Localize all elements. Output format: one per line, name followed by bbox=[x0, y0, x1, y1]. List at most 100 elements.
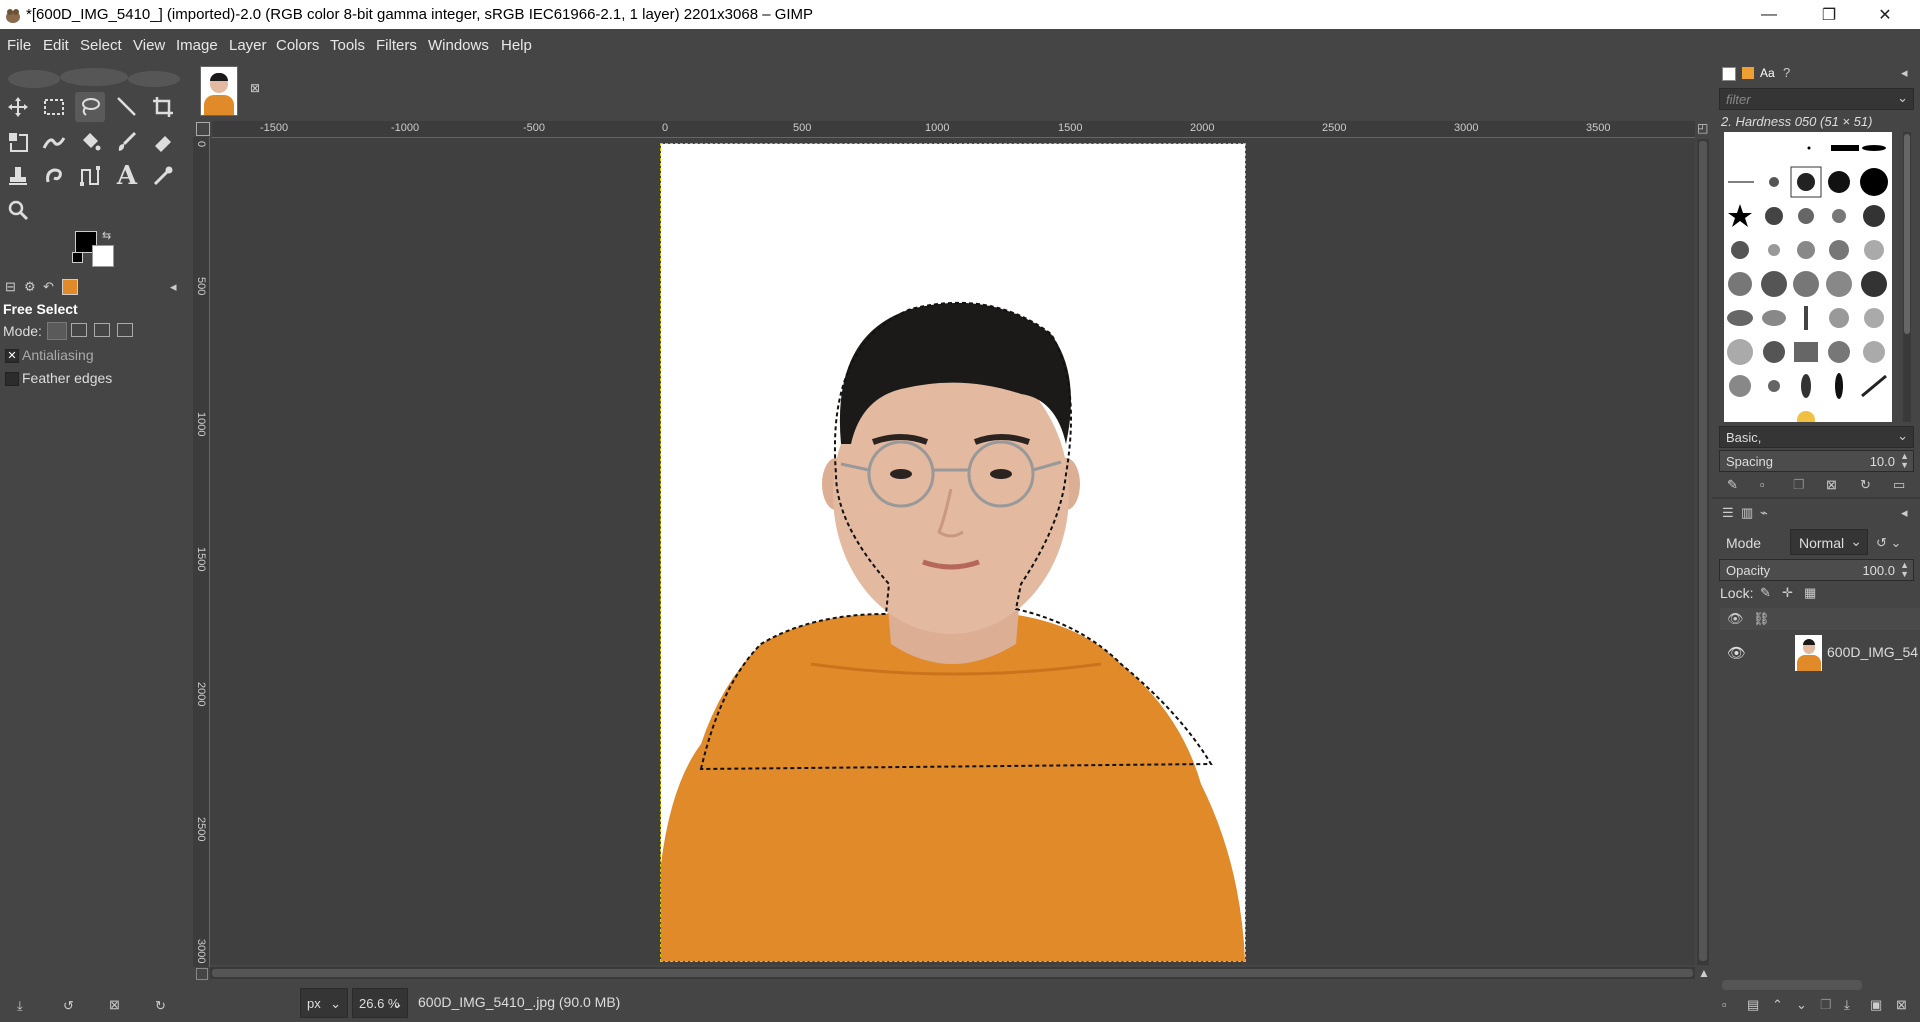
pointer-nav-icon[interactable]: ▲ bbox=[1698, 966, 1710, 980]
device-status-tab-icon[interactable]: ⚙ bbox=[24, 279, 36, 295]
menu-windows[interactable]: Windows bbox=[428, 37, 489, 54]
layer-name[interactable]: 600D_IMG_54 bbox=[1827, 644, 1918, 660]
eraser-tool-icon[interactable] bbox=[148, 127, 178, 157]
brush-grid[interactable] bbox=[1724, 132, 1892, 422]
zoom-tool-icon[interactable] bbox=[3, 195, 33, 225]
menu-file[interactable]: File bbox=[7, 37, 31, 54]
channels-tab-icon[interactable]: ▥ bbox=[1741, 505, 1753, 521]
mode-replace-icon[interactable] bbox=[47, 322, 67, 340]
unified-transform-tool-icon[interactable] bbox=[3, 127, 33, 157]
restore-tool-preset-icon[interactable]: ↺ bbox=[63, 998, 74, 1014]
configure-tab-icon[interactable]: ◂ bbox=[1901, 65, 1908, 81]
layer-mode-dropdown[interactable]: Normal ⌄ bbox=[1790, 529, 1868, 555]
paths-tool-icon[interactable] bbox=[75, 161, 105, 191]
free-select-tool-icon[interactable] bbox=[75, 92, 105, 122]
feather-edges-checkbox[interactable] bbox=[5, 372, 19, 386]
quick-mask-toggle-icon[interactable] bbox=[196, 122, 210, 136]
merge-down-icon[interactable]: ⤓ bbox=[1844, 997, 1850, 1013]
clone-tool-icon[interactable] bbox=[3, 161, 33, 191]
vertical-scrollbar[interactable] bbox=[1697, 139, 1709, 965]
menu-image[interactable]: Image bbox=[176, 37, 218, 54]
move-tool-icon[interactable] bbox=[3, 92, 33, 122]
mode-add-icon[interactable] bbox=[71, 323, 87, 337]
lock-alpha-icon[interactable]: ▦ bbox=[1804, 585, 1816, 601]
warp-transform-tool-icon[interactable] bbox=[39, 127, 69, 157]
bucket-fill-tool-icon[interactable] bbox=[75, 127, 105, 157]
close-image-tab-icon[interactable]: ⊠ bbox=[250, 81, 260, 95]
layers-tab-icon[interactable]: ☰ bbox=[1722, 505, 1734, 521]
brush-grid-scrollbar[interactable] bbox=[1903, 132, 1911, 422]
reset-colors-icon[interactable] bbox=[72, 252, 83, 263]
brushes-tab-icon[interactable] bbox=[1722, 67, 1736, 81]
menu-tools[interactable]: Tools bbox=[330, 37, 365, 54]
minimize-button[interactable]: — bbox=[1746, 0, 1792, 29]
images-tab-icon[interactable] bbox=[62, 279, 78, 295]
menu-filters[interactable]: Filters bbox=[376, 37, 417, 54]
menu-select[interactable]: Select bbox=[80, 37, 122, 54]
refresh-brushes-icon[interactable]: ↻ bbox=[1860, 477, 1871, 493]
color-picker-tool-icon[interactable] bbox=[148, 161, 178, 191]
duplicate-layer-icon[interactable]: ❐ bbox=[1820, 997, 1832, 1013]
dock-separator[interactable] bbox=[1712, 497, 1920, 499]
spinner-icon[interactable]: ▲ ▼ bbox=[1900, 561, 1909, 579]
fonts-tab-icon[interactable]: Aa bbox=[1760, 66, 1775, 80]
lock-pixels-icon[interactable]: ✎ bbox=[1760, 585, 1771, 601]
menu-edit[interactable]: Edit bbox=[43, 37, 69, 54]
menu-layer[interactable]: Layer bbox=[229, 37, 267, 54]
new-brush-icon[interactable]: ▫ bbox=[1760, 477, 1765, 492]
smudge-tool-icon[interactable] bbox=[39, 161, 69, 191]
mode-subtract-icon[interactable] bbox=[94, 323, 110, 337]
opacity-slider[interactable]: Opacity 100.0 ▲ ▼ bbox=[1719, 559, 1914, 581]
eye-icon[interactable]: 👁 bbox=[1727, 644, 1746, 662]
menu-help[interactable]: Help bbox=[501, 37, 532, 54]
new-layer-group-icon[interactable]: ▫ bbox=[1722, 997, 1727, 1012]
new-layer-icon[interactable]: ▤ bbox=[1747, 997, 1759, 1013]
brush-filter-input[interactable]: filter ⌄ bbox=[1719, 88, 1914, 110]
paths-tab-icon[interactable]: ⌁ bbox=[1760, 505, 1768, 521]
mode-reset-icon[interactable]: ↺ ⌄ bbox=[1876, 535, 1901, 551]
antialiasing-checkbox[interactable]: ✕ bbox=[5, 349, 19, 363]
layer-row[interactable]: 👁 600D_IMG_54 bbox=[1720, 630, 1920, 676]
delete-tool-preset-icon[interactable]: ⊠ bbox=[109, 997, 120, 1013]
crop-tool-icon[interactable] bbox=[148, 92, 178, 122]
raise-layer-icon[interactable]: ⌃ bbox=[1772, 997, 1783, 1013]
navigate-icon[interactable] bbox=[196, 968, 208, 980]
mode-intersect-icon[interactable] bbox=[117, 323, 133, 337]
spacing-slider[interactable]: Spacing 10.0 ▲ ▼ bbox=[1719, 450, 1914, 472]
duplicate-brush-icon[interactable]: ❐ bbox=[1793, 477, 1805, 493]
configure-tab-icon[interactable]: ◂ bbox=[1901, 505, 1908, 521]
add-mask-icon[interactable]: ▣ bbox=[1870, 997, 1882, 1013]
menu-view[interactable]: View bbox=[133, 37, 165, 54]
swap-colors-icon[interactable]: ⇆ bbox=[102, 229, 111, 242]
maximize-button[interactable]: ❐ bbox=[1806, 0, 1852, 29]
horizontal-scrollbar[interactable] bbox=[210, 967, 1695, 979]
paintbrush-tool-icon[interactable] bbox=[112, 127, 142, 157]
text-tool-icon[interactable]: A bbox=[112, 161, 142, 191]
patterns-tab-icon[interactable] bbox=[1742, 67, 1754, 79]
lock-position-icon[interactable]: ✛ bbox=[1782, 585, 1793, 601]
open-brush-folder-icon[interactable]: ▭ bbox=[1893, 477, 1905, 493]
photo-image[interactable] bbox=[660, 143, 1246, 962]
layers-hscrollbar[interactable] bbox=[1722, 980, 1862, 990]
unit-dropdown[interactable]: px ⌄ bbox=[300, 988, 348, 1018]
spinner-icon[interactable]: ▲ ▼ bbox=[1900, 452, 1909, 470]
delete-brush-icon[interactable]: ⊠ bbox=[1826, 477, 1837, 493]
lower-layer-icon[interactable]: ⌄ bbox=[1796, 997, 1807, 1013]
edit-brush-icon[interactable]: ✎ bbox=[1727, 477, 1738, 493]
configure-tab-icon[interactable]: ◂ bbox=[170, 279, 177, 295]
tool-options-tab-icon[interactable]: ⊟ bbox=[5, 279, 16, 295]
zoom-dropdown[interactable]: 26.6 % ⌄ bbox=[352, 988, 408, 1018]
help-tab-icon[interactable]: ? bbox=[1783, 65, 1790, 80]
undo-history-tab-icon[interactable]: ↶ bbox=[43, 279, 54, 295]
reset-tool-options-icon[interactable]: ↻ bbox=[155, 998, 166, 1014]
zoom-fit-icon[interactable]: ◰ bbox=[1697, 121, 1708, 135]
close-button[interactable]: ✕ bbox=[1862, 0, 1908, 29]
save-tool-preset-icon[interactable]: ⤓ bbox=[17, 998, 23, 1014]
fuzzy-select-tool-icon[interactable] bbox=[112, 92, 142, 122]
delete-layer-icon[interactable]: ⊠ bbox=[1896, 997, 1907, 1013]
brush-preset-dropdown[interactable]: Basic, ⌄ bbox=[1719, 426, 1914, 448]
menu-colors[interactable]: Colors bbox=[276, 37, 319, 54]
image-tab-thumbnail[interactable] bbox=[200, 66, 238, 116]
rect-select-tool-icon[interactable] bbox=[39, 92, 69, 122]
background-color-swatch[interactable] bbox=[92, 245, 114, 267]
